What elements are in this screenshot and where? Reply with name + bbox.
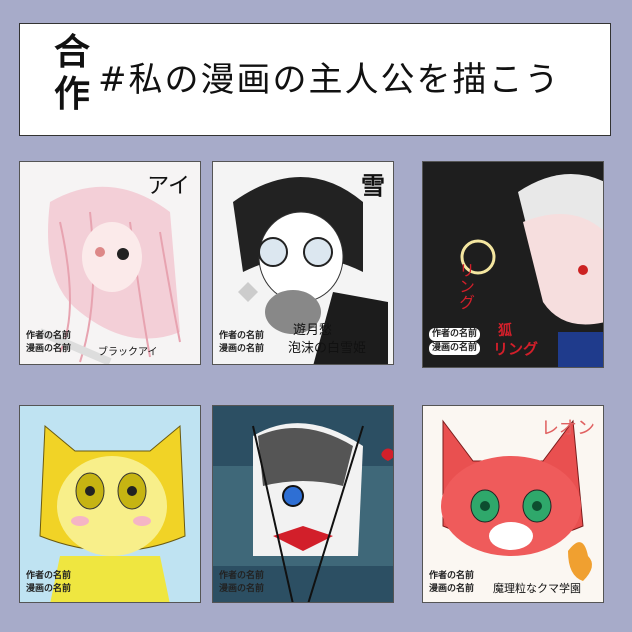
artwork-panel-1[interactable]: アイ 作者の名前 漫画の名前 ブラックアイ [19, 161, 201, 365]
character-name: リング [456, 262, 475, 310]
manga-label: 漫画の名前 [219, 344, 265, 354]
author-label: 作者の名前 [219, 331, 265, 341]
manga-name: 魔理粒なクマ学園 [493, 582, 581, 595]
author-label: 作者の名前 [26, 331, 72, 341]
artwork-panel-6[interactable]: レオン 作者の名前 漫画の名前 魔理粒なクマ学園 [422, 405, 604, 603]
manga-label: 漫画の名前 [219, 584, 265, 594]
artwork-panel-3[interactable]: リング 作者の名前 漫画の名前 狐 リング [422, 161, 604, 368]
artwork-panel-5[interactable]: 作者の名前 漫画の名前 [212, 405, 394, 603]
page-title: #私の漫画の主人公を描こう [98, 60, 561, 100]
character-name: アイ [147, 174, 190, 199]
author-label: 作者の名前 [219, 571, 265, 581]
manga-label: 漫画の名前 [26, 584, 72, 594]
character-name: 雪 [361, 172, 385, 200]
manga-name: 泡沫の白雪姫 [288, 341, 367, 356]
collab-label: 合作 [53, 32, 90, 115]
title-banner: 合作 #私の漫画の主人公を描こう [19, 23, 611, 136]
author-label: 作者の名前 [26, 571, 72, 581]
manga-name: リング [493, 340, 539, 358]
artwork-panel-2[interactable]: 雪 作者の名前 漫画の名前 遊月愁 泡沫の白雪姫 [212, 161, 394, 365]
manga-label: 漫画の名前 [26, 344, 72, 354]
author-name: 遊月愁 [293, 323, 333, 338]
character-name: レオン [541, 418, 595, 439]
author-label: 作者の名前 [429, 571, 475, 581]
author-name: 狐 [498, 323, 512, 339]
manga-label: 漫画の名前 [429, 584, 475, 594]
manga-name: ブラックアイ [98, 347, 158, 358]
manga-label: 漫画の名前 [429, 342, 481, 355]
author-label: 作者の名前 [429, 328, 481, 341]
artwork-panel-4[interactable]: 作者の名前 漫画の名前 [19, 405, 201, 603]
